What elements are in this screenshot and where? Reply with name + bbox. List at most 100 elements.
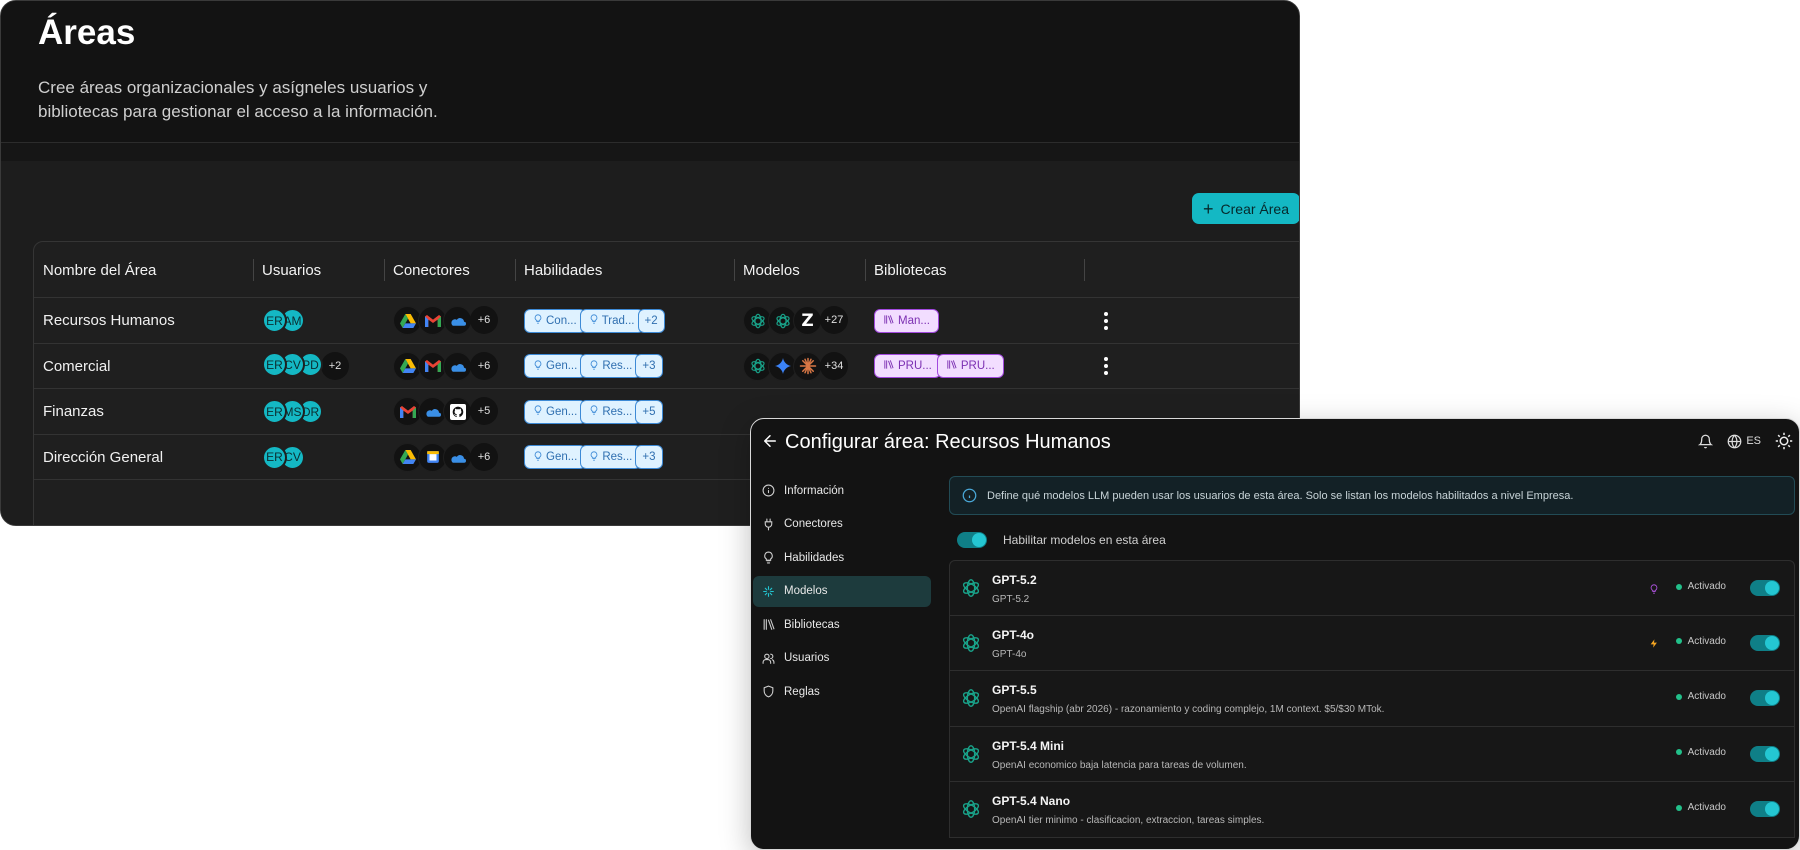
sidebar-item-label: Usuarios bbox=[784, 652, 830, 664]
model-name: GPT-5.5 bbox=[992, 683, 1037, 697]
sidebar-item-modelos[interactable]: Modelos bbox=[753, 575, 931, 607]
sidebar-item-label: Reglas bbox=[784, 685, 820, 698]
libraries-stack[interactable]: Man... bbox=[874, 308, 939, 333]
onedrive-icon bbox=[443, 351, 472, 381]
users-stack[interactable]: ER MS DR bbox=[262, 399, 323, 425]
skill-label: Gen... bbox=[546, 405, 578, 418]
models-more-count: +34 bbox=[820, 351, 848, 380]
sidebar-item-usuarios[interactable]: Usuarios bbox=[753, 643, 931, 674]
connectors-stack[interactable]: +6 bbox=[393, 442, 498, 472]
books-icon bbox=[763, 619, 775, 630]
lightbulb-icon bbox=[589, 451, 599, 464]
area-name: Dirección General bbox=[43, 448, 164, 466]
column-header-name[interactable]: Nombre del Área bbox=[43, 242, 156, 298]
connectors-stack[interactable]: +6 bbox=[393, 351, 498, 381]
areas-header: Áreas Cree áreas organizacionales y asíg… bbox=[1, 1, 1299, 143]
connectors-more-count: +6 bbox=[470, 442, 498, 471]
skills-more-count: +3 bbox=[635, 354, 663, 379]
library-label: Man... bbox=[898, 314, 930, 327]
skill-label: Res... bbox=[602, 360, 633, 373]
models-stack[interactable]: +34 bbox=[743, 351, 848, 381]
model-toggle[interactable] bbox=[1750, 634, 1780, 651]
users-stack[interactable]: ER CV PD +2 bbox=[262, 352, 349, 381]
model-toggle[interactable] bbox=[1750, 745, 1780, 762]
model-description: OpenAI economico baja latencia para tare… bbox=[992, 759, 1247, 771]
table-row[interactable]: Recursos Humanos ER AM +6 Con... Trad... +2 Z +… bbox=[34, 298, 1299, 344]
models-stack[interactable]: Z +27 bbox=[743, 306, 848, 336]
lightbulb-icon bbox=[764, 551, 773, 564]
sidebar-item-label: Habilidades bbox=[784, 551, 845, 564]
libraries-stack[interactable]: PRU... PRU... bbox=[874, 354, 1004, 379]
model-row: GPT-4o GPT-4o Activado bbox=[949, 615, 1795, 671]
connectors-more-count: +5 bbox=[470, 397, 498, 426]
config-sidebar: Información Conectores Habilidades Modelos B… bbox=[753, 475, 931, 710]
sparkle-icon bbox=[763, 585, 774, 597]
sidebar-item-conectores[interactable]: Conectores bbox=[753, 509, 931, 540]
model-description: OpenAI tier minimo - clasificacion, extr… bbox=[992, 815, 1265, 826]
model-name: GPT-5.4 Mini bbox=[992, 738, 1065, 753]
claude-icon bbox=[793, 351, 822, 381]
column-header-libraries[interactable]: Bibliotecas bbox=[874, 242, 947, 298]
theme-toggle-icon[interactable] bbox=[1775, 432, 1793, 450]
connectors-stack[interactable]: +5 bbox=[393, 397, 498, 427]
column-header-skills[interactable]: Habilidades bbox=[524, 242, 602, 298]
lightbulb-icon bbox=[589, 360, 599, 373]
sidebar-item-habilidades[interactable]: Habilidades bbox=[753, 542, 931, 573]
connectors-stack[interactable]: +6 bbox=[393, 306, 498, 336]
row-actions-menu-icon[interactable] bbox=[1104, 311, 1108, 330]
model-row: GPT-5.2 GPT-5.2 Activado bbox=[949, 560, 1795, 616]
skills-more-count: +3 bbox=[635, 445, 663, 470]
skills-stack[interactable]: Con... Trad... +2 bbox=[524, 308, 665, 333]
model-status: Activado bbox=[1675, 802, 1726, 813]
books-icon bbox=[946, 359, 957, 373]
users-stack[interactable]: ER AM bbox=[262, 308, 305, 334]
sidebar-item-bibliotecas[interactable]: Bibliotecas bbox=[753, 609, 931, 640]
model-toggle[interactable] bbox=[1750, 801, 1780, 817]
model-description: GPT-5.2 bbox=[992, 594, 1030, 605]
sidebar-item-label: Información bbox=[784, 484, 845, 497]
sidebar-item-informacion[interactable]: Información bbox=[753, 475, 931, 506]
library-label: PRU... bbox=[898, 360, 932, 373]
bell-icon[interactable] bbox=[1698, 434, 1714, 449]
lightbulb-icon bbox=[589, 405, 599, 418]
skills-stack[interactable]: Gen... Res... +5 bbox=[524, 399, 663, 424]
skill-label: Gen... bbox=[546, 360, 578, 373]
column-header-connectors[interactable]: Conectores bbox=[393, 242, 470, 298]
user-avatar: ER bbox=[262, 444, 287, 470]
users-stack[interactable]: ER CV bbox=[262, 444, 305, 470]
skill-chip: Gen... bbox=[524, 445, 587, 470]
status-label: Activado bbox=[1687, 691, 1726, 702]
books-icon bbox=[883, 359, 894, 373]
status-label: Activado bbox=[1687, 581, 1726, 592]
back-arrow-icon[interactable] bbox=[761, 432, 779, 450]
create-area-button[interactable]: + Crear Área bbox=[1192, 193, 1299, 224]
library-chip: PRU... bbox=[936, 354, 1004, 379]
row-actions-menu-icon[interactable] bbox=[1104, 357, 1108, 376]
skill-chip: Gen... bbox=[524, 399, 587, 424]
table-row[interactable]: Comercial ER CV PD +2 +6 Gen... Res... +3 +34 PRU… bbox=[34, 344, 1299, 389]
model-name: GPT-5.2 bbox=[992, 573, 1037, 587]
page-title: Áreas bbox=[38, 13, 136, 52]
model-description: OpenAI flagship (abr 2026) - razonamient… bbox=[992, 704, 1385, 715]
model-toggle[interactable] bbox=[1750, 690, 1780, 706]
column-header-users[interactable]: Usuarios bbox=[262, 242, 321, 298]
model-status: Activado bbox=[1675, 636, 1726, 647]
skills-stack[interactable]: Gen... Res... +3 bbox=[524, 354, 663, 379]
library-chip: PRU... bbox=[874, 354, 941, 379]
openai-icon bbox=[960, 632, 982, 659]
library-chip: Man... bbox=[874, 308, 939, 333]
sidebar-item-label: Bibliotecas bbox=[784, 618, 840, 631]
enable-models-toggle[interactable] bbox=[957, 532, 987, 548]
skill-label: Gen... bbox=[546, 451, 578, 464]
plus-icon: + bbox=[1203, 198, 1214, 219]
enable-models-label: Habilitar modelos en esta área bbox=[1003, 533, 1166, 547]
column-header-models[interactable]: Modelos bbox=[743, 242, 800, 298]
language-selector[interactable]: ES bbox=[1727, 434, 1761, 449]
sidebar-item-label: Modelos bbox=[784, 585, 828, 597]
model-status: Activado bbox=[1675, 691, 1726, 702]
sidebar-item-reglas[interactable]: Reglas bbox=[753, 676, 931, 707]
plug-icon bbox=[764, 518, 773, 530]
model-toggle[interactable] bbox=[1750, 580, 1780, 596]
skill-chip: Res... bbox=[580, 354, 642, 379]
skills-stack[interactable]: Gen... Res... +3 bbox=[524, 445, 663, 470]
